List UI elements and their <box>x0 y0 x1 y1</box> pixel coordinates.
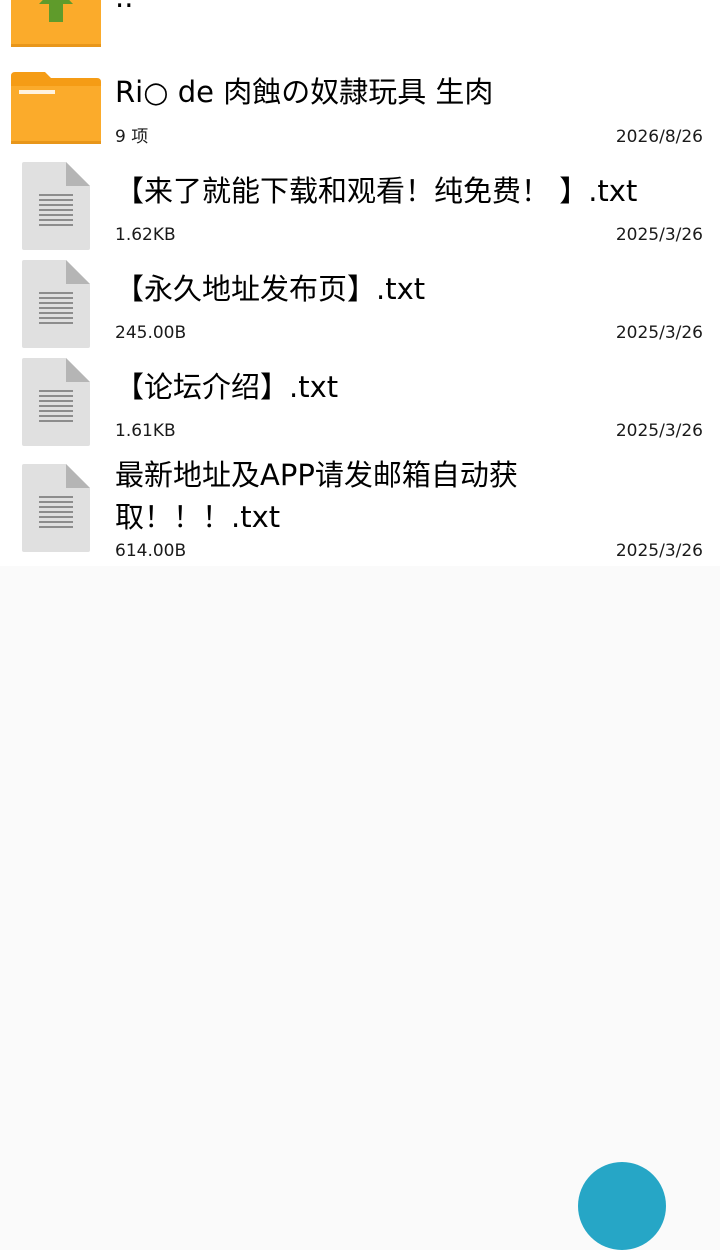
file-name: 【论坛介绍】.txt <box>115 370 339 404</box>
modified-date: 2026/8/26 <box>615 127 703 147</box>
parent-directory-row[interactable]: .. <box>0 0 720 58</box>
list-item[interactable]: Ri○ de 肉蝕の奴隷玩具 生肉 9 项 2026/8/26 <box>0 62 720 160</box>
modified-date: 2025/3/26 <box>615 225 703 245</box>
file-name: Ri○ de 肉蝕の奴隷玩具 生肉 <box>115 75 494 109</box>
list-item[interactable]: 【来了就能下载和观看！纯免费！ 】.txt 1.62KB 2025/3/26 <box>0 160 720 258</box>
file-size: 1.62KB <box>115 225 176 245</box>
list-item[interactable]: 【论坛介绍】.txt 1.61KB 2025/3/26 <box>0 356 720 454</box>
list-item[interactable]: 最新地址及APP请发邮箱自动获取！！！.txt 614.00B 2025/3/2… <box>0 454 720 566</box>
modified-date: 2025/3/26 <box>615 541 703 561</box>
list-item[interactable]: 【永久地址发布页】.txt 245.00B 2025/3/26 <box>0 258 720 356</box>
file-size: 245.00B <box>115 323 187 343</box>
parent-directory-label: .. <box>115 0 680 18</box>
text-file-icon <box>22 260 90 352</box>
text-file-icon <box>22 464 90 556</box>
modified-date: 2025/3/26 <box>615 323 703 343</box>
folder-up-icon <box>11 0 101 52</box>
folder-icon <box>11 72 101 149</box>
file-name: 【来了就能下载和观看！纯免费！ 】.txt <box>115 174 638 208</box>
file-name: 【永久地址发布页】.txt <box>115 272 426 306</box>
floating-action-button[interactable] <box>578 1162 666 1250</box>
file-list: .. Ri○ de 肉蝕の奴隷玩具 生肉 9 项 2026/8/26 <box>0 0 720 566</box>
text-file-icon <box>22 162 90 254</box>
file-size: 614.00B <box>115 541 187 561</box>
item-count: 9 项 <box>115 127 149 147</box>
file-name: 最新地址及APP请发邮箱自动获取！！！.txt <box>115 458 518 534</box>
text-file-icon <box>22 358 90 450</box>
modified-date: 2025/3/26 <box>615 421 703 441</box>
file-size: 1.61KB <box>115 421 176 441</box>
